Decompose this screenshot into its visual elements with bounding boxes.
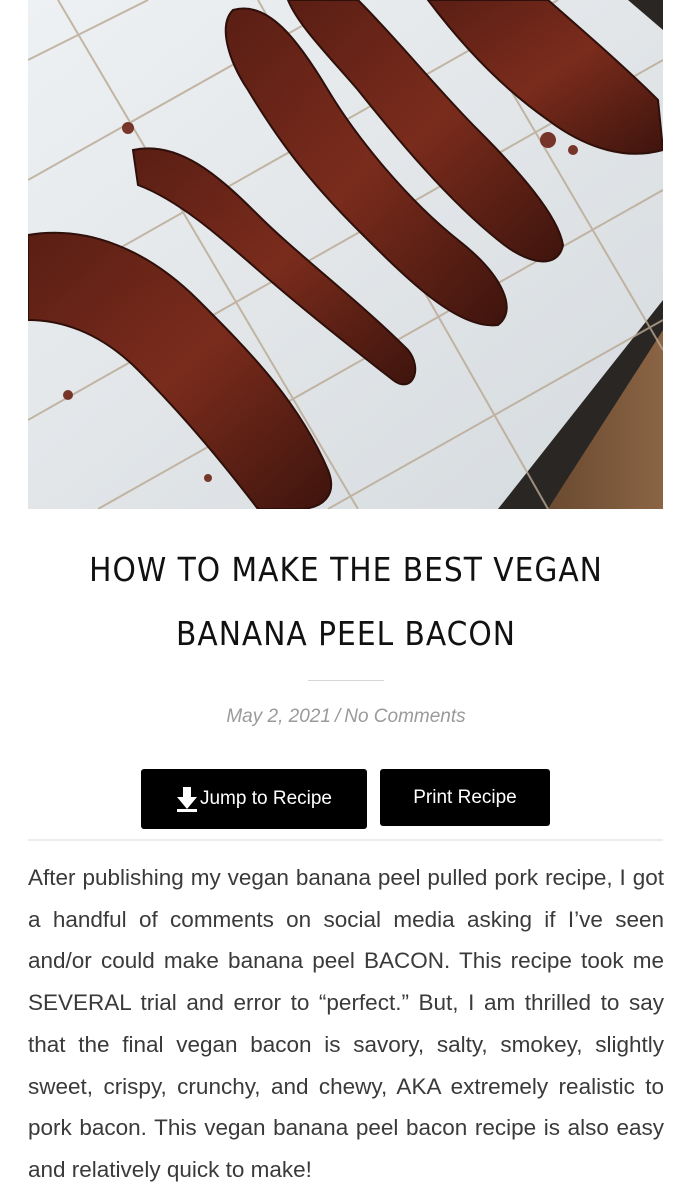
banana-peel-bacon-photo — [28, 0, 663, 509]
jump-to-recipe-label: Jump to Recipe — [199, 788, 332, 809]
post-meta: May 2, 2021/No Comments — [0, 706, 692, 728]
meta-separator: / — [334, 706, 341, 727]
article-title: HOW TO MAKE THE BEST VEGAN BANANA PEEL B… — [89, 550, 603, 653]
arrow-down-icon — [176, 787, 197, 812]
article-intro-paragraph: After publishing my vegan banana peel pu… — [28, 865, 664, 1182]
post-date: May 2, 2021 — [226, 706, 331, 727]
content-divider — [28, 839, 663, 841]
print-recipe-label: Print Recipe — [413, 786, 517, 808]
print-recipe-button[interactable]: Print Recipe — [380, 769, 550, 826]
title-divider — [308, 680, 384, 681]
jump-to-recipe-button[interactable]: Jump to Recipe — [141, 769, 367, 829]
comments-link[interactable]: No Comments — [344, 706, 465, 727]
hero-image — [28, 0, 663, 509]
